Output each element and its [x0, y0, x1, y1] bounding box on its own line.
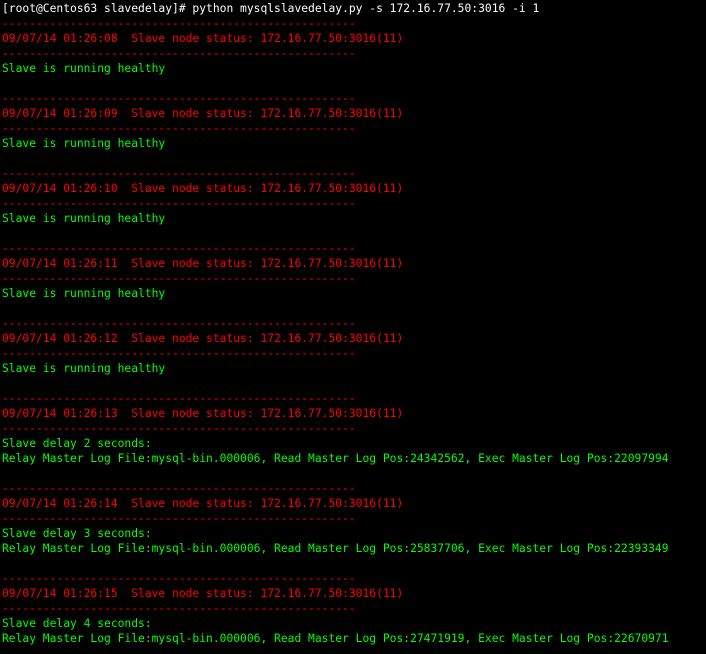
node-status-line: 09/07/14 01:26:12 Slave node status: 172… — [2, 332, 404, 345]
slave-status-line: Slave is running healthy — [2, 287, 166, 300]
terminal-output[interactable]: [root@Centos63 slavedelay]# python mysql… — [0, 0, 706, 654]
node-status-line: 09/07/14 01:26:08 Slave node status: 172… — [2, 32, 404, 45]
separator-line: ----------------------------------------… — [2, 347, 356, 360]
separator-line: ----------------------------------------… — [2, 167, 356, 180]
slave-status-line: Slave delay 4 seconds: — [2, 617, 152, 630]
separator-line: ----------------------------------------… — [2, 482, 356, 495]
separator-line: ----------------------------------------… — [2, 392, 356, 405]
separator-line: ----------------------------------------… — [2, 122, 356, 135]
slave-status-line: Relay Master Log File:mysql-bin.000006, … — [2, 632, 669, 645]
separator-line: ----------------------------------------… — [2, 242, 356, 255]
separator-line: ----------------------------------------… — [2, 512, 356, 525]
slave-status-line: Slave delay 3 seconds: — [2, 527, 152, 540]
command-prompt-line: [root@Centos63 slavedelay]# python mysql… — [2, 2, 540, 15]
node-status-line: 09/07/14 01:26:09 Slave node status: 172… — [2, 107, 404, 120]
separator-line: ----------------------------------------… — [2, 17, 356, 30]
separator-line: ----------------------------------------… — [2, 92, 356, 105]
slave-status-line: Slave is running healthy — [2, 62, 166, 75]
separator-line: ----------------------------------------… — [2, 272, 356, 285]
node-status-line: 09/07/14 01:26:11 Slave node status: 172… — [2, 257, 404, 270]
slave-status-line: Slave is running healthy — [2, 362, 166, 375]
slave-status-line: Relay Master Log File:mysql-bin.000006, … — [2, 542, 669, 555]
separator-line: ----------------------------------------… — [2, 197, 356, 210]
separator-line: ----------------------------------------… — [2, 47, 356, 60]
slave-status-line: Slave is running healthy — [2, 137, 166, 150]
node-status-line: 09/07/14 01:26:13 Slave node status: 172… — [2, 407, 404, 420]
node-status-line: 09/07/14 01:26:10 Slave node status: 172… — [2, 182, 404, 195]
separator-line: ----------------------------------------… — [2, 602, 356, 615]
separator-line: ----------------------------------------… — [2, 572, 356, 585]
separator-line: ----------------------------------------… — [2, 422, 356, 435]
slave-status-line: Slave is running healthy — [2, 212, 166, 225]
slave-status-line: Slave delay 2 seconds: — [2, 437, 152, 450]
node-status-line: 09/07/14 01:26:14 Slave node status: 172… — [2, 497, 404, 510]
node-status-line: 09/07/14 01:26:15 Slave node status: 172… — [2, 587, 404, 600]
slave-status-line: Relay Master Log File:mysql-bin.000006, … — [2, 452, 669, 465]
separator-line: ----------------------------------------… — [2, 317, 356, 330]
